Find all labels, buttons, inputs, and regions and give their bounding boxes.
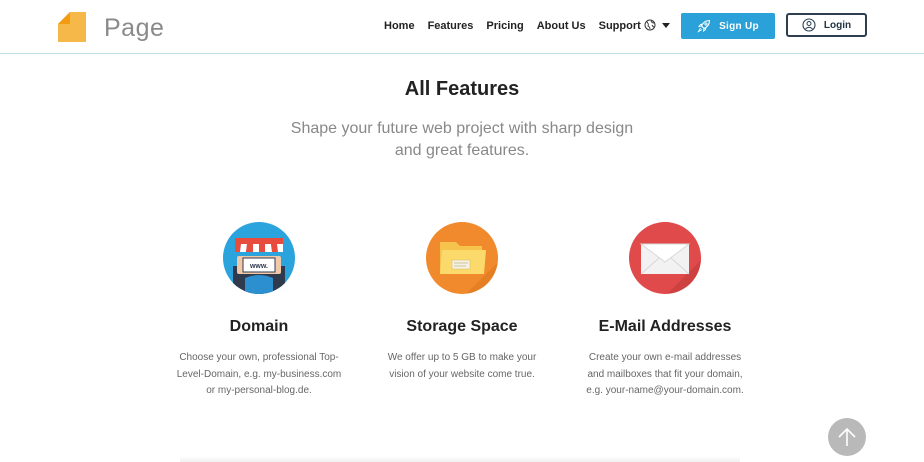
language-selector[interactable] [644,19,670,31]
nav-about-us[interactable]: About Us [537,18,586,34]
site-header: h Page Home Features Pricing About Us Su… [0,0,924,54]
feature-desc-storage: We offer up to 5 GB to make your vision … [372,350,552,383]
feature-desc-email: Create your own e-mail addresses and mai… [575,350,755,400]
section-divider [180,456,740,462]
feature-storage: Storage Space We offer up to 5 GB to mak… [362,222,562,383]
feature-desc-domain: Choose your own, professional Top- Level… [169,350,349,400]
rocket-icon [697,19,711,33]
signup-label: Sign Up [719,20,759,32]
page-subtitle: Shape your future web project with sharp… [262,118,662,162]
globe-icon [644,19,656,31]
desc-line: e.g. your-name@your-domain.com. [586,385,744,396]
subtitle-line-2: and great features. [394,142,530,159]
logo[interactable]: h Page [58,10,165,46]
logo-text: Page [104,14,165,42]
nav-pricing[interactable]: Pricing [486,18,523,34]
scroll-to-top-button[interactable] [828,418,866,456]
desc-line: or my-personal-blog.de. [206,385,312,396]
feature-domain: www. Domain Choose your own, professiona… [159,222,359,400]
login-label: Login [823,19,852,31]
envelope-icon [629,222,701,294]
signup-button[interactable]: Sign Up [681,13,775,39]
desc-line: Level-Domain, e.g. my-business.com [176,368,342,380]
folder-icon [426,222,498,294]
feature-email: E-Mail Addresses Create your own e-mail … [565,222,765,400]
desc-line: We offer up to 5 GB to make your [387,352,537,363]
arrow-up-icon [838,427,856,446]
login-button[interactable]: Login [786,13,867,37]
feature-title-domain: Domain [229,318,289,335]
desc-line: Create your own e-mail addresses [588,352,742,363]
feature-title-storage: Storage Space [406,318,518,335]
logo-mark-icon: h [58,10,104,46]
page-title: All Features [404,78,520,100]
desc-line: Choose your own, professional Top- [179,352,339,363]
nav-home[interactable]: Home [384,18,415,34]
desc-line: vision of your website come true. [389,368,535,380]
user-circle-icon [802,18,816,32]
desc-line: and mailboxes that fit your domain, [587,368,743,380]
subtitle-line-1: Shape your future web project with sharp… [290,120,634,137]
www-text: www. [249,263,268,270]
chevron-down-icon [662,22,670,28]
main-nav: Home Features Pricing About Us Support [384,18,654,34]
feature-title-email: E-Mail Addresses [598,318,732,335]
shop-www-icon: www. [223,222,295,294]
nav-support[interactable]: Support [599,18,641,34]
nav-features[interactable]: Features [428,18,474,34]
logo-letter: h [85,15,101,42]
